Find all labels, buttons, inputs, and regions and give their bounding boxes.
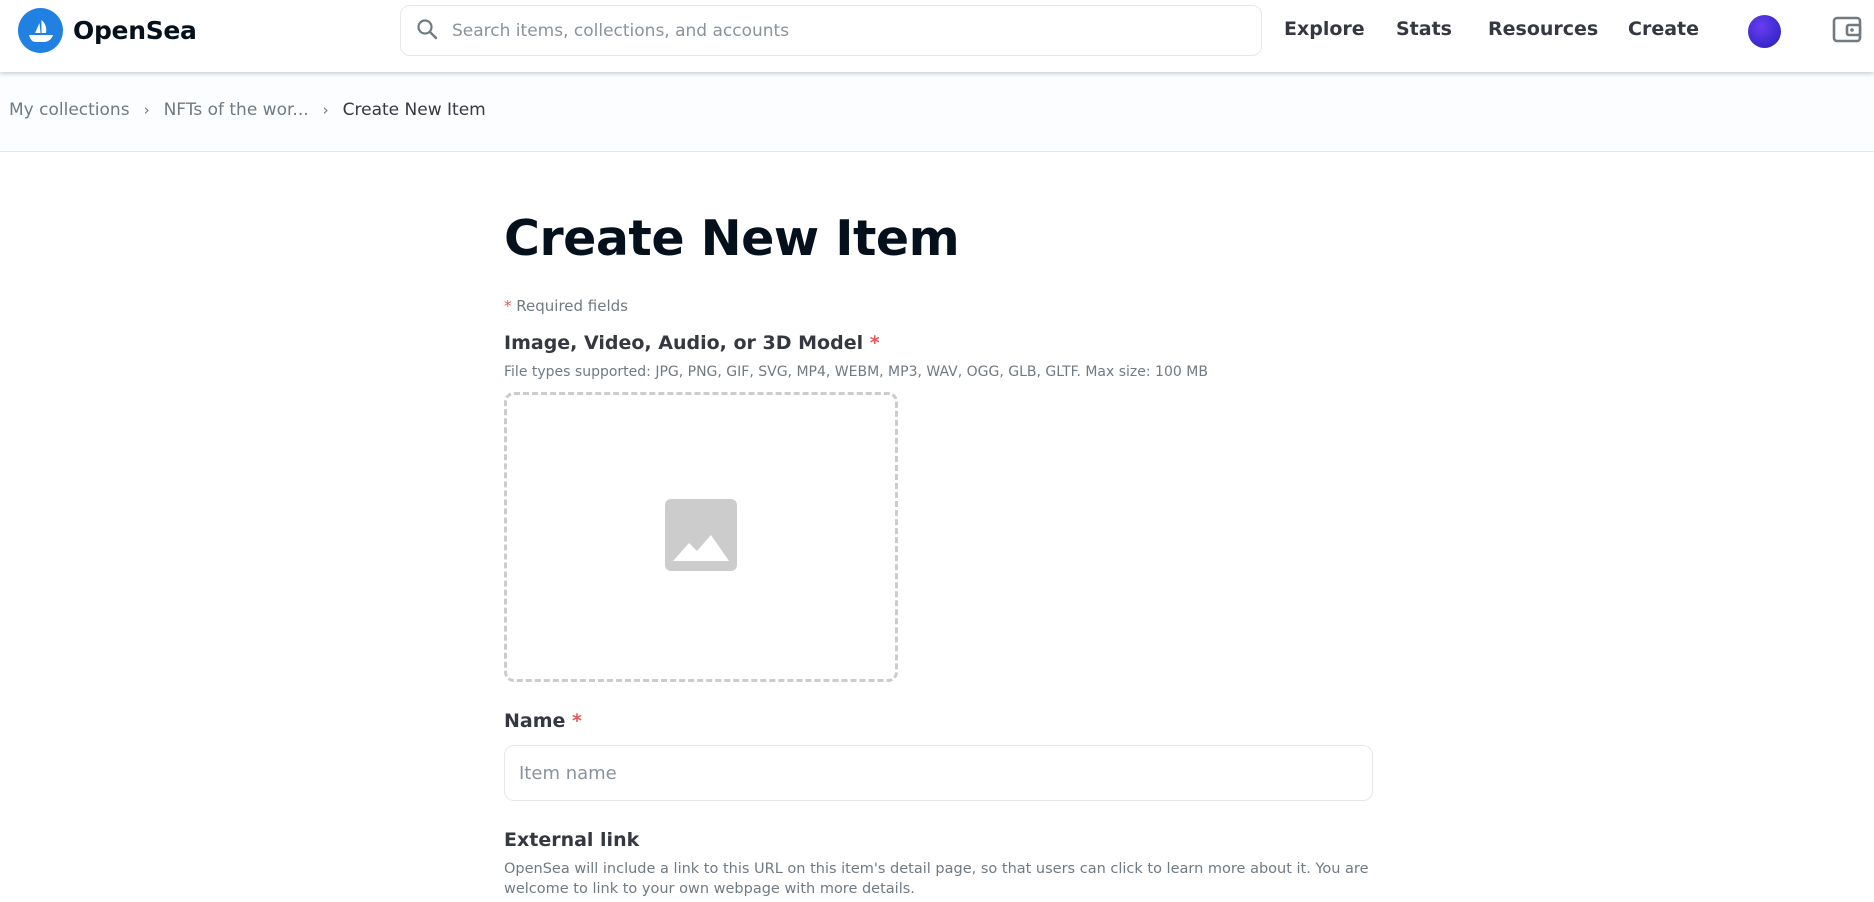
opensea-ship-icon <box>18 8 63 53</box>
breadcrumb-collection[interactable]: NFTs of the wor... <box>164 100 309 120</box>
chevron-right-icon: › <box>143 101 150 119</box>
media-upload-dropzone[interactable] <box>504 392 898 682</box>
logo-text: OpenSea <box>73 16 197 45</box>
external-link-description: OpenSea will include a link to this URL … <box>504 861 1369 897</box>
media-label: Image, Video, Audio, or 3D Model * <box>504 332 880 354</box>
media-file-types: File types supported: JPG, PNG, GIF, SVG… <box>504 364 1208 380</box>
search-input[interactable] <box>452 20 1232 41</box>
item-name-input[interactable] <box>504 745 1373 801</box>
nav-create[interactable]: Create <box>1628 18 1699 40</box>
required-asterisk: * <box>572 710 582 732</box>
top-navbar: OpenSea Explore Stats Resources Create <box>0 0 1874 72</box>
required-fields-text: Required fields <box>516 297 628 315</box>
image-placeholder-icon <box>665 499 737 575</box>
wallet-icon[interactable] <box>1832 14 1862 48</box>
name-label-text: Name <box>504 710 566 732</box>
search-bar[interactable] <box>400 5 1262 56</box>
opensea-logo[interactable]: OpenSea <box>18 8 197 53</box>
breadcrumb-my-collections[interactable]: My collections <box>9 100 130 120</box>
profile-avatar[interactable] <box>1748 15 1781 48</box>
name-label: Name * <box>504 710 582 732</box>
page-title: Create New Item <box>504 210 960 267</box>
nav-resources[interactable]: Resources <box>1488 18 1598 40</box>
required-fields-note: * Required fields <box>504 297 628 315</box>
chevron-right-icon: › <box>322 101 329 119</box>
breadcrumb: My collections › NFTs of the wor... › Cr… <box>9 100 486 120</box>
breadcrumb-current: Create New Item <box>342 100 486 120</box>
nav-explore[interactable]: Explore <box>1284 18 1365 40</box>
external-link-label: External link <box>504 829 640 851</box>
nav-stats[interactable]: Stats <box>1396 18 1452 40</box>
required-asterisk: * <box>869 332 880 354</box>
breadcrumb-bar: My collections › NFTs of the wor... › Cr… <box>0 72 1874 152</box>
media-label-text: Image, Video, Audio, or 3D Model <box>504 332 864 354</box>
search-icon <box>416 18 438 44</box>
required-asterisk: * <box>504 297 512 315</box>
